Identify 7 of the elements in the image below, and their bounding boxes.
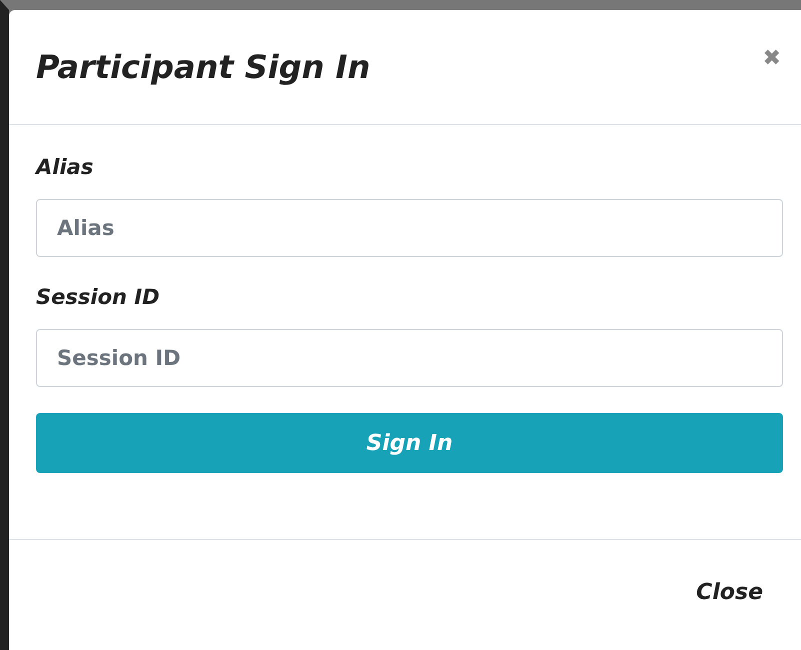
close-button[interactable]: Close [696,580,763,605]
field-label: Session ID [36,285,160,309]
input-field[interactable]: Alias [36,199,783,257]
input-field[interactable]: Session ID [36,329,783,387]
dialog-title: Participant Sign In [36,48,370,86]
sign-in-button[interactable]: Sign In [36,413,783,473]
field-label: Alias [36,155,94,179]
